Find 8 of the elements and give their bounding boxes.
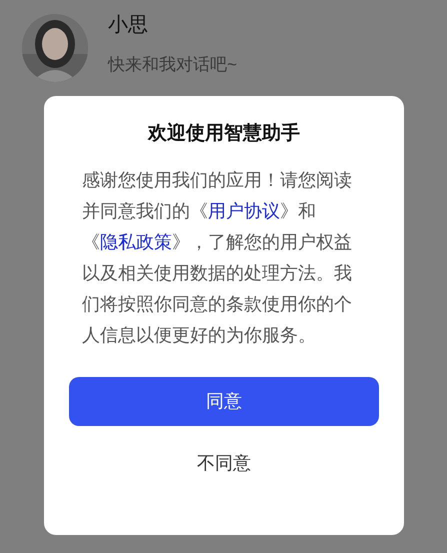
disagree-button[interactable]: 不同意 (185, 446, 263, 480)
contact-subtitle: 快来和我对话吧~ (108, 54, 237, 76)
policy-link[interactable]: 用户协议 (208, 200, 280, 220)
agree-button[interactable]: 同意 (69, 376, 379, 426)
dialog-title: 欢迎使用智慧助手 (148, 122, 300, 146)
contact-name: 小思 (108, 13, 149, 38)
dialog-message: 感谢您使用我们的应用！请您阅读并同意我们的《用户协议》和《隐私政策》，了解您的用户权益以及相关使用数据的处理方法。我们将按照你同意的条款使用你的个人信息以便更好的为你服务。 (82, 168, 353, 346)
policy-link[interactable]: 隐私政策 (100, 232, 172, 252)
